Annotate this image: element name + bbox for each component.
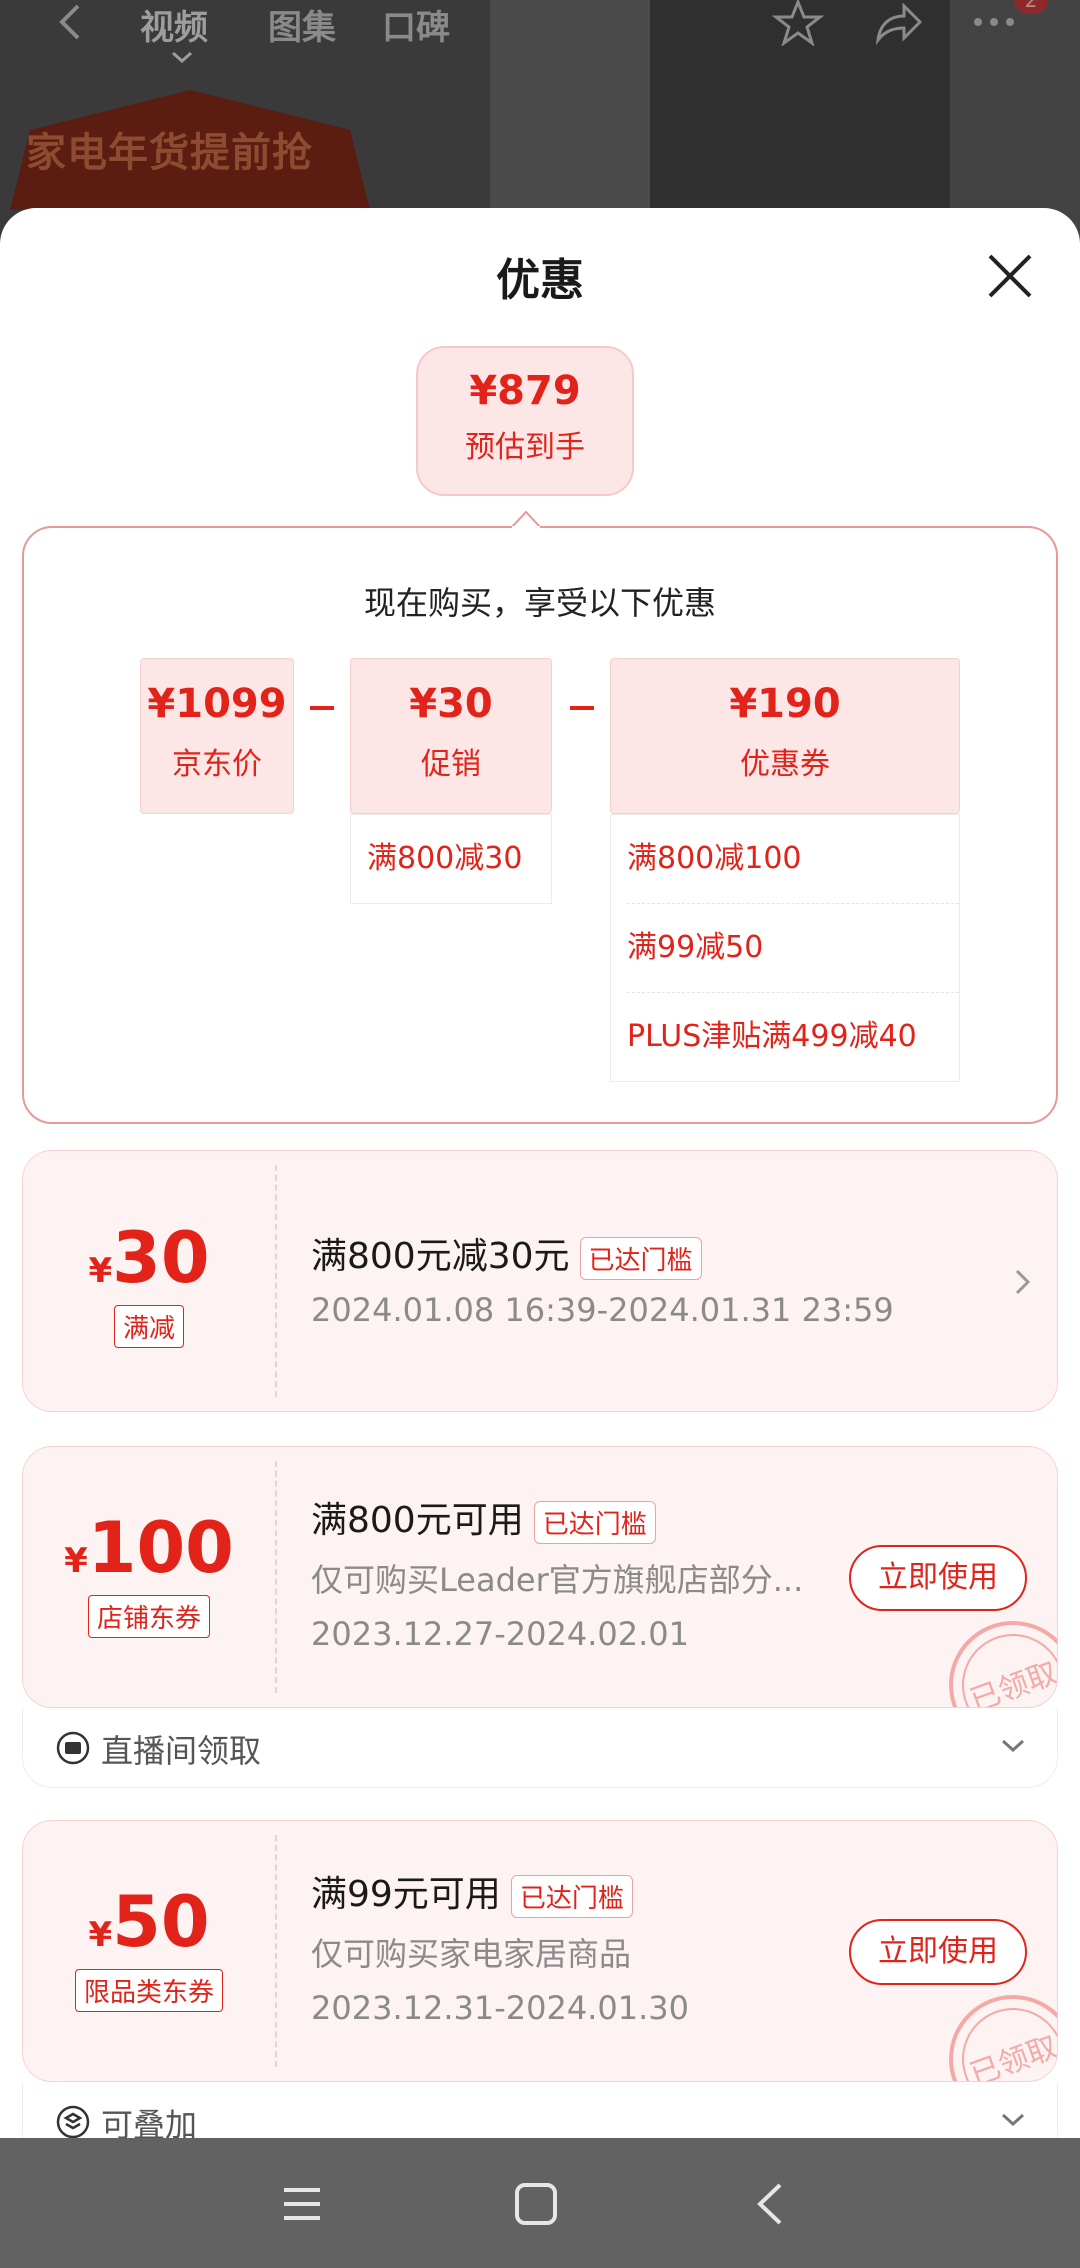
home-icon[interactable] <box>514 2182 558 2226</box>
use-now-button[interactable]: 立即使用 <box>849 1919 1027 1985</box>
chevron-right-icon[interactable] <box>1013 1267 1033 1297</box>
coupon-amount-area: ¥30 满减 <box>23 1217 275 1348</box>
live-icon <box>56 1731 90 1765</box>
coupon-amount: ¥50 <box>88 1881 210 1963</box>
coupon-card[interactable]: ¥50 限品类东券 满99元可用 已达门槛 仅可购买家电家居商品 2023.12.… <box>22 1820 1058 2082</box>
coupon-value: ¥190 <box>729 681 841 727</box>
coupon-source: 直播间领取 <box>101 1732 262 1770</box>
coupon-title: 满99元可用 已达门槛 <box>311 1865 633 1918</box>
jd-price-value: ¥1099 <box>147 681 287 727</box>
estimated-price-label: 预估到手 <box>465 430 585 465</box>
promo-value: ¥30 <box>409 681 493 727</box>
chevron-down-icon <box>172 51 192 64</box>
coupon-item: 满800减100 <box>627 815 959 904</box>
jd-price-box: ¥1099 京东价 <box>140 658 294 814</box>
coupon-amount-area: ¥50 限品类东券 <box>23 1881 275 2012</box>
promo-banner-text: 家电年货提前抢 <box>26 130 313 176</box>
back-icon[interactable] <box>754 2182 784 2226</box>
svg-text:已领取: 已领取 <box>966 1656 1058 1708</box>
coupon-item: 满99减50 <box>627 904 959 993</box>
received-stamp: 已领取 <box>949 1621 1058 1708</box>
chevron-left-icon[interactable] <box>50 2 90 42</box>
system-nav-bar <box>0 2138 1080 2268</box>
coupon-type-tag: 满减 <box>113 1305 184 1348</box>
threshold-badge: 已达门槛 <box>579 1236 702 1280</box>
coupon-type-tag: 店铺东券 <box>87 1595 210 1638</box>
received-stamp: 已领取 <box>949 1995 1058 2082</box>
tab-video[interactable]: 视频 <box>140 0 208 49</box>
estimated-price: ¥879 <box>469 368 581 414</box>
more-icon[interactable] <box>968 0 1020 46</box>
coupon-item: PLUS津贴满499减40 <box>627 1019 917 1054</box>
tab-reviews[interactable]: 口碑 <box>382 0 450 49</box>
coupon-title: 满800元可用 已达门槛 <box>311 1491 656 1544</box>
coupon-footer[interactable]: 可叠加 <box>22 2082 1058 2138</box>
jd-price-label: 京东价 <box>172 747 262 782</box>
coupon-label: 优惠券 <box>740 747 830 782</box>
promo-label: 促销 <box>421 747 481 782</box>
top-nav: 视频 图集 口碑 2 <box>0 0 1080 64</box>
coupon-amount: ¥100 <box>64 1507 234 1589</box>
breakdown-title: 现在购买，享受以下优惠 <box>363 584 716 622</box>
threshold-badge: 已达门槛 <box>533 1500 656 1544</box>
minus-sign <box>570 706 594 710</box>
card-divider <box>275 1835 277 2067</box>
minus-sign <box>310 706 334 710</box>
coupon-validity: 2024.01.08 16:39-2024.01.31 23:59 <box>311 1291 894 1329</box>
estimated-price-box: ¥879 预估到手 <box>416 346 634 496</box>
coupon-validity: 2023.12.31-2024.01.30 <box>311 1989 689 2027</box>
coupon-list: 满800减100 满99减50 PLUS津贴满499减40 <box>610 814 960 1082</box>
coupon-amount: ¥30 <box>88 1217 210 1299</box>
close-icon[interactable] <box>982 248 1038 304</box>
promo-price-box: ¥30 促销 <box>350 658 552 814</box>
coupon-amount-area: ¥100 店铺东券 <box>23 1507 275 1638</box>
card-divider <box>275 1165 277 1397</box>
discount-sheet: 优惠 ¥879 预估到手 现在购买，享受以下优惠 ¥1099 京东价 ¥30 促… <box>0 208 1080 2138</box>
card-divider <box>275 1461 277 1693</box>
coupon-title: 满800元减30元 已达门槛 <box>311 1227 702 1280</box>
chevron-down-icon[interactable] <box>999 1736 1027 1756</box>
price-breakdown-panel: 现在购买，享受以下优惠 ¥1099 京东价 ¥30 促销 满800减30 ¥19… <box>22 526 1058 1124</box>
sheet-title: 优惠 <box>496 255 584 306</box>
panel-pointer <box>512 510 540 528</box>
star-icon[interactable] <box>772 0 824 46</box>
coupon-price-box: ¥190 优惠券 <box>610 658 960 814</box>
stack-icon <box>56 2105 90 2138</box>
coupon-validity: 2023.12.27-2024.02.01 <box>311 1615 689 1653</box>
coupon-scope: 仅可购买Leader官方旗舰店部分... <box>311 1561 804 1599</box>
svg-text:已领取: 已领取 <box>966 2030 1058 2082</box>
share-icon[interactable] <box>872 0 924 46</box>
menu-icon[interactable] <box>282 2186 322 2222</box>
coupon-card[interactable]: ¥100 店铺东券 满800元可用 已达门槛 仅可购买Leader官方旗舰店部分.… <box>22 1446 1058 1708</box>
promo-list: 满800减30 <box>350 814 552 904</box>
coupon-card[interactable]: ¥30 满减 满800元减30元 已达门槛 2024.01.08 16:39-20… <box>22 1150 1058 1412</box>
tab-gallery[interactable]: 图集 <box>268 0 336 49</box>
promo-item: 满800减30 <box>367 841 523 876</box>
coupon-footer[interactable]: 直播间领取 <box>22 1708 1058 1788</box>
chevron-down-icon[interactable] <box>999 2110 1027 2130</box>
use-now-button[interactable]: 立即使用 <box>849 1545 1027 1611</box>
coupon-stackable: 可叠加 <box>101 2106 198 2138</box>
coupon-type-tag: 限品类东券 <box>74 1969 223 2012</box>
threshold-badge: 已达门槛 <box>510 1874 633 1918</box>
coupon-scope: 仅可购买家电家居商品 <box>311 1935 632 1973</box>
